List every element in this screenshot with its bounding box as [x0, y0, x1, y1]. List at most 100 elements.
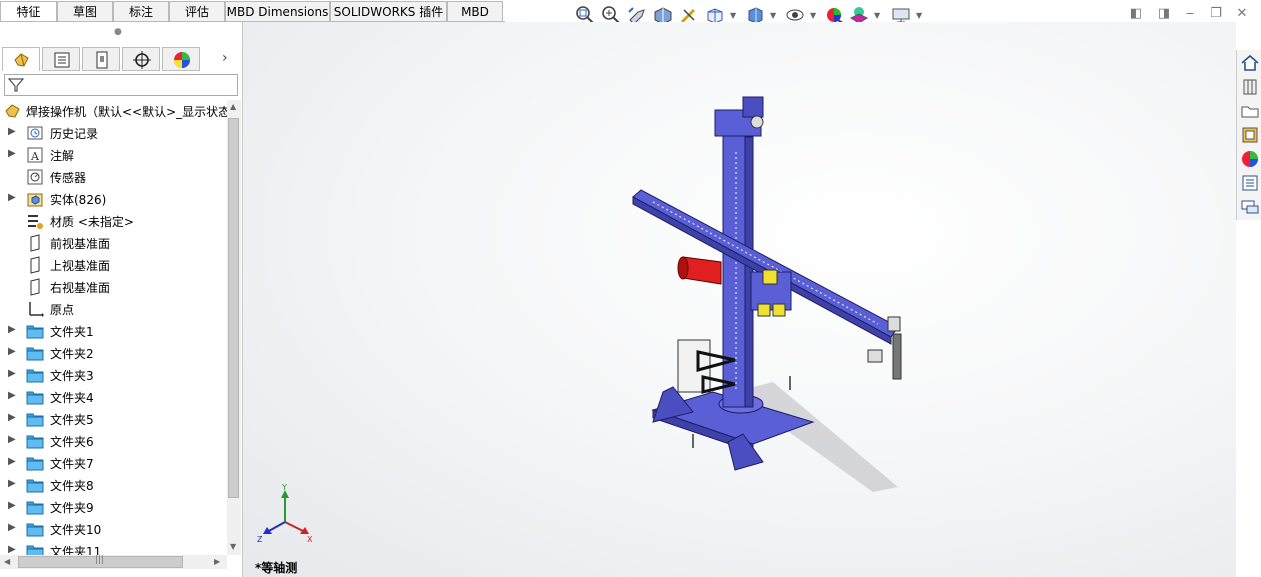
chevron-right-icon[interactable]: ▶ — [8, 456, 18, 467]
part-icon — [4, 102, 22, 120]
tab-markup[interactable]: 标注 — [113, 1, 169, 21]
tree-item[interactable]: 原点 — [0, 298, 228, 320]
tree-filter-input[interactable] — [4, 74, 238, 96]
chevron-right-icon[interactable]: ▶ — [8, 126, 18, 137]
tree-item-label: 文件夹5 — [50, 413, 94, 427]
folder-icon — [26, 498, 44, 516]
chevron-right-icon[interactable]: ▶ — [8, 390, 18, 401]
tree-item[interactable]: ▶ 历史记录 — [0, 122, 228, 144]
tree-item[interactable]: ▶ 文件夹7 — [0, 452, 228, 474]
restore-icon[interactable]: ❐ — [1208, 6, 1224, 22]
chevron-right-icon[interactable]: ▶ — [8, 368, 18, 379]
pulley — [750, 115, 764, 129]
tree-item[interactable]: ▶ 文件夹6 — [0, 430, 228, 452]
scroll-thumb[interactable]: ||| — [18, 555, 183, 568]
chevron-down-icon[interactable]: ▼ — [874, 12, 882, 20]
panel-grip-icon[interactable]: ● — [114, 27, 122, 37]
tree-item[interactable]: 上视基准面 — [0, 254, 228, 276]
tree-item[interactable]: ▶ 文件夹10 — [0, 518, 228, 540]
welding-manipulator-model[interactable] — [623, 92, 943, 512]
chevron-down-icon[interactable]: ▼ — [730, 12, 738, 20]
tree-item[interactable]: 前视基准面 — [0, 232, 228, 254]
svg-text:A: A — [30, 150, 40, 163]
forum-icon[interactable] — [1240, 197, 1260, 217]
file-explorer-icon[interactable] — [1240, 101, 1260, 121]
panel-right-icon[interactable]: ◨ — [1156, 6, 1172, 22]
tree-item-label: 文件夹6 — [50, 435, 94, 449]
chevron-right-icon[interactable]: ▶ — [8, 346, 18, 357]
display-manager-icon[interactable] — [162, 47, 200, 71]
custom-properties-icon[interactable] — [1240, 173, 1260, 193]
tab-evaluate[interactable]: 评估 — [169, 1, 225, 21]
scroll-thumb[interactable] — [228, 118, 239, 498]
dimxpert-icon[interactable] — [122, 47, 160, 71]
configurationmanager-icon[interactable] — [82, 47, 120, 71]
tree-item[interactable]: 传感器 — [0, 166, 228, 188]
annotations-icon: A — [26, 146, 44, 164]
tree-item-label: 文件夹2 — [50, 347, 94, 361]
chevron-right-icon[interactable]: ▶ — [8, 324, 18, 335]
graphics-area[interactable]: Y X Z *等轴测 — [243, 22, 1236, 577]
panel-left-icon[interactable]: ◧ — [1128, 6, 1144, 22]
tree-item-label: 文件夹1 — [50, 325, 94, 339]
appearances-icon[interactable] — [1240, 149, 1260, 169]
view-palette-icon[interactable] — [1240, 125, 1260, 145]
close-icon[interactable]: ✕ — [1234, 6, 1250, 22]
tab-mbd-dimensions[interactable]: MBD Dimensions — [225, 1, 330, 21]
tab-mbd[interactable]: MBD — [447, 1, 503, 21]
tab-solidworks-addins[interactable]: SOLIDWORKS 插件 — [330, 1, 447, 21]
chevron-down-icon[interactable]: ▼ — [916, 12, 924, 20]
home-icon[interactable] — [1240, 53, 1260, 73]
torch-clamp — [867, 349, 883, 363]
scroll-left-icon[interactable]: ◀ — [4, 557, 10, 566]
chevron-right-icon[interactable]: ▶ — [8, 522, 18, 533]
folder-icon — [26, 388, 44, 406]
tree-item-label: 文件夹10 — [50, 523, 102, 537]
scroll-right-icon[interactable]: ▶ — [214, 557, 220, 566]
triad-x-axis — [284, 521, 306, 533]
scroll-down-icon[interactable]: ▼ — [230, 542, 236, 551]
featuremanager-icon[interactable] — [2, 47, 40, 71]
tree-vertical-scrollbar[interactable]: ▲ ▼ — [227, 100, 241, 555]
tree-item-label: 文件夹4 — [50, 391, 94, 405]
tree-item-label: 文件夹8 — [50, 479, 94, 493]
hoist-motor — [742, 96, 764, 118]
chevron-right-icon[interactable]: ▶ — [8, 192, 18, 203]
tree-item[interactable]: ▶ 文件夹9 — [0, 496, 228, 518]
design-library-icon[interactable] — [1240, 77, 1260, 97]
triad-y-label: Y — [281, 484, 287, 492]
tree-item-label: 文件夹7 — [50, 457, 94, 471]
chevron-right-icon[interactable]: ▶ — [8, 148, 18, 159]
tree-item[interactable]: ▶ 文件夹2 — [0, 342, 228, 364]
tree-item[interactable]: ▶ 文件夹8 — [0, 474, 228, 496]
chevron-right-icon[interactable]: ▶ — [8, 478, 18, 489]
chevron-right-icon[interactable]: ▶ — [8, 544, 18, 555]
tree-item[interactable]: ▶ A 注解 — [0, 144, 228, 166]
chevron-right-icon[interactable]: ▶ — [8, 434, 18, 445]
scroll-up-icon[interactable]: ▲ — [230, 102, 236, 111]
chevron-down-icon[interactable]: ▼ — [770, 12, 778, 20]
task-pane — [1236, 50, 1261, 220]
tree-item[interactable]: 材质 <未指定> — [0, 210, 228, 232]
chevron-right-icon[interactable]: ▶ — [8, 500, 18, 511]
tree-item[interactable]: ▶ 文件夹3 — [0, 364, 228, 386]
motor-end — [677, 256, 689, 280]
tree-item[interactable]: ▶ 实体(826) — [0, 188, 228, 210]
tree-item[interactable]: ▶ 文件夹1 — [0, 320, 228, 342]
chevron-right-icon[interactable]: ▶ — [8, 412, 18, 423]
tree-horizontal-scrollbar[interactable]: ◀ ||| ▶ — [0, 555, 227, 569]
tab-sketch[interactable]: 草图 — [57, 1, 113, 21]
tree-item[interactable]: 右视基准面 — [0, 276, 228, 298]
tree-item[interactable]: ▶ 文件夹5 — [0, 408, 228, 430]
tab-features[interactable]: 特征 — [0, 1, 57, 21]
propertymanager-icon[interactable] — [42, 47, 80, 71]
chevron-right-icon[interactable]: › — [222, 50, 228, 66]
folder-icon — [26, 476, 44, 494]
minimize-icon[interactable]: ‒ — [1182, 6, 1198, 22]
tree-item-label: 注解 — [50, 149, 75, 163]
command-manager-tabs: 特征 草图 标注 评估 MBD Dimensions SOLIDWORKS 插件… — [0, 0, 505, 22]
tree-item[interactable]: ▶ 文件夹4 — [0, 386, 228, 408]
tree-root-part[interactable]: 焊接操作机（默认<<默认>_显示状态 — [0, 100, 228, 122]
folder-icon — [26, 344, 44, 362]
chevron-down-icon[interactable]: ▼ — [810, 12, 818, 20]
